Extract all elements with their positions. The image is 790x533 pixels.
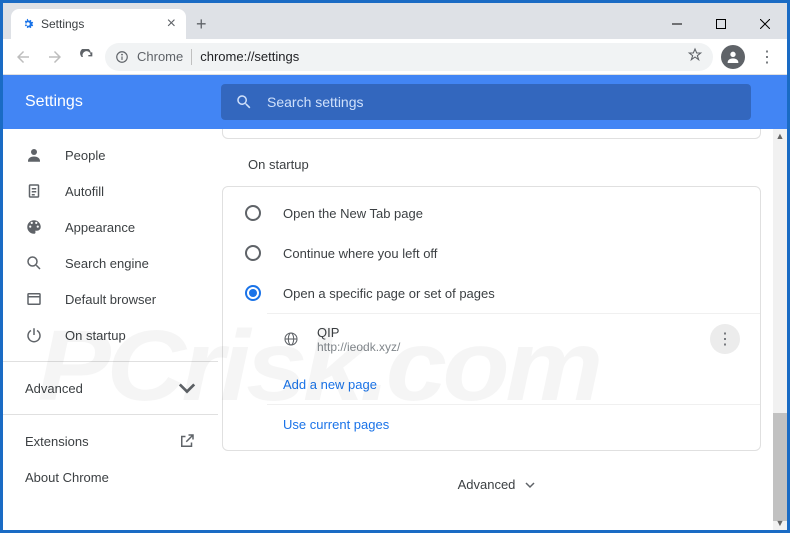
startup-option-newtab[interactable]: Open the New Tab page (223, 193, 760, 233)
browser-tab[interactable]: Settings × (11, 9, 186, 39)
clipboard-icon (25, 182, 43, 200)
sidebar-item-label: Extensions (25, 434, 89, 449)
startup-page-name: QIP (317, 325, 692, 340)
startup-option-specific[interactable]: Open a specific page or set of pages (223, 273, 760, 313)
sidebar-item-label: About Chrome (25, 470, 109, 485)
sidebar-item-label: Default browser (65, 292, 156, 307)
chevron-down-icon (178, 379, 196, 397)
startup-option-continue[interactable]: Continue where you left off (223, 233, 760, 273)
section-title: On startup (248, 157, 775, 172)
sidebar-item-default-browser[interactable]: Default browser (3, 281, 218, 317)
open-external-icon (178, 432, 196, 450)
radio-checked-icon[interactable] (245, 285, 261, 301)
sidebar-item-label: People (65, 148, 105, 163)
titlebar: Settings × + (3, 3, 787, 39)
tab-close-icon[interactable]: × (167, 16, 176, 32)
sidebar-item-appearance[interactable]: Appearance (3, 209, 218, 245)
sidebar: People Autofill Appearance Search engine… (3, 129, 218, 530)
sidebar-item-label: Search engine (65, 256, 149, 271)
sidebar-item-on-startup[interactable]: On startup (3, 317, 218, 353)
nav-forward-button[interactable] (41, 43, 69, 71)
sidebar-item-extensions[interactable]: Extensions (3, 423, 218, 459)
browser-icon (25, 290, 43, 308)
main-content: On startup Open the New Tab page Continu… (218, 129, 787, 530)
nav-back-button[interactable] (9, 43, 37, 71)
advanced-toggle[interactable]: Advanced (218, 477, 775, 492)
startup-card: Open the New Tab page Continue where you… (222, 186, 761, 451)
scroll-down-button[interactable]: ▼ (773, 516, 787, 530)
url-bar: Chrome chrome://settings ⋮ (3, 39, 787, 75)
radio-icon[interactable] (245, 245, 261, 261)
radio-icon[interactable] (245, 205, 261, 221)
sidebar-item-about[interactable]: About Chrome (3, 459, 218, 495)
url-text: chrome://settings (200, 49, 299, 64)
sidebar-item-people[interactable]: People (3, 137, 218, 173)
bookmark-star-icon[interactable] (687, 47, 703, 66)
sidebar-item-label: Appearance (65, 220, 135, 235)
site-info-icon[interactable] (115, 50, 129, 64)
sidebar-item-advanced[interactable]: Advanced (3, 370, 218, 406)
add-page-link[interactable]: Add a new page (267, 364, 760, 404)
option-label: Continue where you left off (283, 246, 437, 261)
startup-page-url: http://ieodk.xyz/ (317, 340, 692, 354)
nav-reload-button[interactable] (73, 43, 101, 71)
use-current-pages-link[interactable]: Use current pages (267, 404, 760, 444)
option-label: Open a specific page or set of pages (283, 286, 495, 301)
search-icon (235, 93, 253, 111)
url-scheme: Chrome (137, 49, 183, 64)
browser-menu-icon[interactable]: ⋮ (753, 47, 781, 67)
sidebar-item-label: On startup (65, 328, 126, 343)
scroll-thumb[interactable] (773, 413, 787, 521)
page-more-button[interactable]: ⋮ (710, 324, 740, 354)
search-box[interactable] (221, 84, 751, 120)
settings-gear-icon (21, 17, 35, 31)
search-icon (25, 254, 43, 272)
omnibox[interactable]: Chrome chrome://settings (105, 43, 713, 71)
settings-title: Settings (25, 93, 203, 111)
settings-header: Settings (3, 75, 787, 129)
option-label: Open the New Tab page (283, 206, 423, 221)
sidebar-item-label: Autofill (65, 184, 104, 199)
tab-title: Settings (41, 17, 84, 31)
person-icon (25, 146, 43, 164)
profile-avatar[interactable] (721, 45, 745, 69)
close-button[interactable] (743, 9, 787, 39)
browser-window: Settings × + Chrome chrome://settings ⋮ … (3, 3, 787, 530)
sidebar-item-search-engine[interactable]: Search engine (3, 245, 218, 281)
power-icon (25, 326, 43, 344)
new-tab-button[interactable]: + (186, 14, 215, 39)
globe-icon (283, 331, 299, 347)
vertical-scrollbar[interactable]: ▲ ▼ (773, 129, 787, 530)
previous-card-edge (222, 129, 761, 139)
sidebar-item-autofill[interactable]: Autofill (3, 173, 218, 209)
maximize-button[interactable] (699, 9, 743, 39)
scroll-up-button[interactable]: ▲ (773, 129, 787, 143)
chevron-down-icon (525, 480, 535, 490)
advanced-label: Advanced (458, 477, 516, 492)
palette-icon (25, 218, 43, 236)
search-input[interactable] (267, 94, 737, 110)
startup-page-row: QIP http://ieodk.xyz/ ⋮ (267, 314, 760, 364)
sidebar-item-label: Advanced (25, 381, 83, 396)
minimize-button[interactable] (655, 9, 699, 39)
